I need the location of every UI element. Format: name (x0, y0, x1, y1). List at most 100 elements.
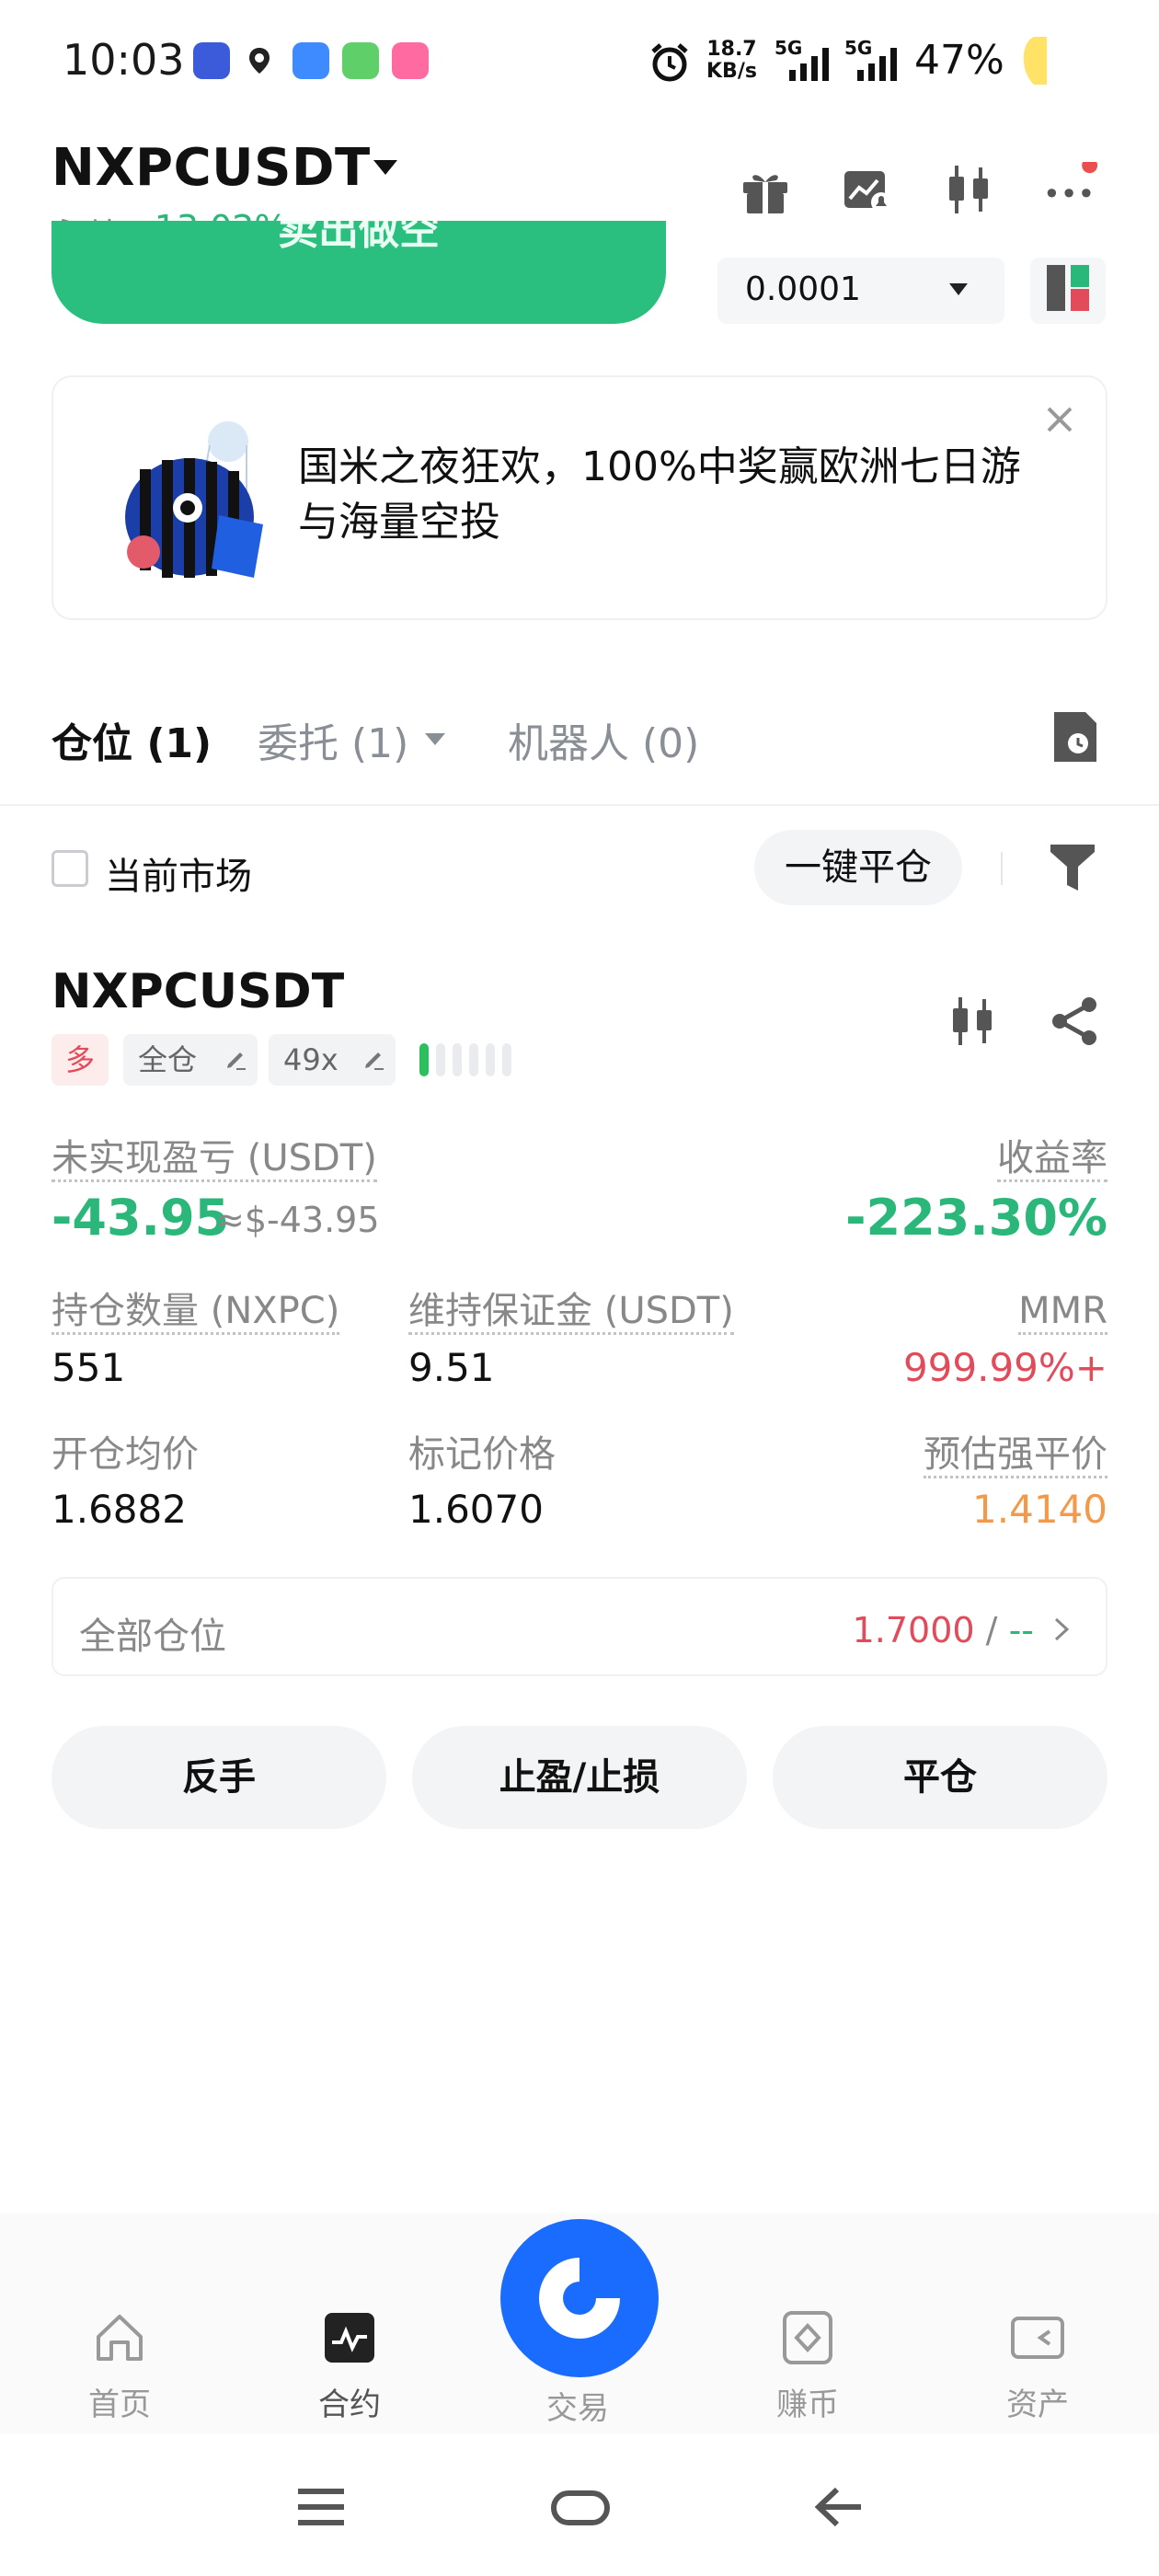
filter-icon[interactable] (1049, 839, 1096, 894)
leverage-label: 49x (283, 1042, 339, 1077)
entry-price-label: 开仓均价 (52, 1433, 199, 1476)
browser-app-icon (293, 42, 329, 79)
mmr-label[interactable]: MMR (1018, 1290, 1107, 1335)
unrealized-pnl-value: -43.95 (52, 1189, 230, 1247)
promo-text: 国米之夜狂欢，100%中奖赢欧洲七日游与海量空投 (298, 443, 1021, 546)
location-app-icon (241, 42, 278, 79)
trade-fab[interactable] (500, 2219, 659, 2377)
calendar-app-icon (342, 42, 379, 79)
share-icon[interactable] (1047, 994, 1102, 1049)
risk-level-bar (453, 1043, 462, 1076)
unrealized-pnl-usd: ≈$-43.95 (215, 1200, 380, 1240)
position-symbol[interactable]: NXPCUSDT (52, 964, 344, 1019)
all-positions-values: 1.7000 / -- (853, 1610, 1034, 1650)
gift-icon[interactable] (738, 162, 793, 217)
sell-short-label: 卖出做空 (278, 221, 440, 254)
vivo-app-icon (193, 42, 230, 79)
depth-precision-value: 0.0001 (745, 270, 861, 308)
assets-icon (1011, 2317, 1064, 2359)
battery-icon (1023, 37, 1047, 85)
promo-banner[interactable]: 国米之夜狂欢，100%中奖赢欧洲七日游与海量空投 (52, 375, 1107, 620)
depth-precision-select[interactable]: 0.0001 (717, 258, 1004, 324)
symbol-dropdown-icon[interactable] (373, 160, 397, 175)
status-time: 10:03 (63, 35, 185, 85)
nav-assets[interactable]: 资产 (964, 2309, 1111, 2424)
current-market-label[interactable]: 当前市场 (105, 846, 252, 900)
chevron-down-icon (949, 283, 968, 295)
all-positions-row[interactable]: 全部仓位 1.7000 / -- (52, 1577, 1107, 1676)
risk-level-bar (502, 1043, 511, 1076)
edit-icon (365, 1052, 384, 1070)
alarm-icon (651, 43, 688, 82)
margin-mode-badge[interactable]: 全仓 (123, 1034, 258, 1086)
edit-icon (227, 1052, 246, 1070)
chevron-right-icon (1054, 1617, 1070, 1641)
leverage-badge[interactable]: 49x (269, 1034, 396, 1086)
reverse-button[interactable]: 反手 (52, 1726, 386, 1829)
mark-price-label: 标记价格 (408, 1433, 556, 1476)
roe-value: -223.30% (845, 1189, 1107, 1247)
liquidation-price-value: 1.4140 (972, 1487, 1107, 1532)
all-positions-separator: / (985, 1610, 998, 1650)
chart-alert-icon[interactable] (839, 162, 894, 217)
nav-label: 资产 (1006, 2386, 1069, 2423)
entry-price-value: 1.6882 (52, 1487, 187, 1532)
unrealized-pnl-label[interactable]: 未实现盈亏 (USDT) (52, 1137, 377, 1182)
maintenance-margin-label[interactable]: 维持保证金 (USDT) (408, 1290, 734, 1335)
close-all-button[interactable]: 一键平仓 (754, 830, 962, 905)
all-positions-other: -- (1008, 1610, 1034, 1650)
divider (0, 804, 1159, 806)
home-icon (97, 2315, 143, 2361)
mascot-illustration (125, 421, 263, 578)
history-icon[interactable] (1049, 708, 1102, 765)
liquidation-price-label[interactable]: 预估强平价 (924, 1433, 1107, 1478)
earn-icon (783, 2311, 832, 2364)
bilibili-app-icon (392, 42, 429, 79)
candlestick-icon[interactable] (946, 994, 1001, 1049)
risk-level-bar (436, 1043, 445, 1076)
close-position-button[interactable]: 平仓 (773, 1726, 1107, 1829)
roe-label[interactable]: 收益率 (997, 1137, 1107, 1182)
tpsl-button[interactable]: 止盈/止损 (412, 1726, 747, 1829)
risk-level-bar (419, 1043, 429, 1076)
orderbook-layout-toggle[interactable] (1030, 258, 1106, 324)
risk-level-bar (469, 1043, 478, 1076)
menu-icon[interactable] (289, 2475, 353, 2539)
futures-icon (325, 2313, 374, 2363)
back-icon[interactable] (808, 2475, 872, 2539)
tab-positions[interactable]: 仓位 (1) (52, 710, 212, 769)
tab-bots[interactable]: 机器人 (0) (508, 710, 699, 769)
nav-label: 合约 (318, 2386, 381, 2423)
battery-level: 47% (914, 37, 1004, 84)
current-market-checkbox[interactable] (52, 850, 88, 887)
close-icon[interactable] (1041, 401, 1078, 438)
nav-earn[interactable]: 赚币 (734, 2309, 881, 2424)
more-icon[interactable] (1043, 162, 1098, 217)
nav-label[interactable]: 交易 (504, 2383, 651, 2428)
orderbook-layout-icon (1047, 265, 1089, 311)
divider (1001, 852, 1003, 885)
sell-short-button[interactable]: 卖出做空 (52, 221, 666, 324)
network-speed: 18.7 KB/s (706, 38, 757, 83)
nav-label: 赚币 (776, 2386, 839, 2423)
nav-futures[interactable]: 合约 (276, 2309, 423, 2424)
all-positions-value: 1.7000 (852, 1610, 975, 1650)
tab-orders[interactable]: 委托 (1) (258, 710, 408, 769)
trade-icon (539, 2258, 620, 2339)
side-badge: 多 (52, 1034, 109, 1086)
candlestick-icon[interactable] (942, 162, 997, 217)
mmr-value: 999.99%+ (902, 1345, 1107, 1390)
position-quantity-label[interactable]: 持仓数量 (NXPC) (52, 1290, 340, 1335)
risk-level-bar (486, 1043, 495, 1076)
symbol-title[interactable]: NXPCUSDT (52, 138, 371, 198)
maintenance-margin-value: 9.51 (408, 1345, 495, 1390)
signal-icon (789, 48, 829, 81)
all-positions-label: 全部仓位 (79, 1616, 226, 1658)
mark-price-value: 1.6070 (408, 1487, 544, 1532)
nav-home[interactable]: 首页 (46, 2309, 193, 2424)
home-button-icon[interactable] (548, 2475, 613, 2539)
position-quantity-value: 551 (52, 1345, 126, 1390)
nav-label: 首页 (88, 2386, 151, 2423)
margin-mode-label: 全仓 (138, 1042, 198, 1077)
chevron-down-icon[interactable] (425, 733, 445, 745)
